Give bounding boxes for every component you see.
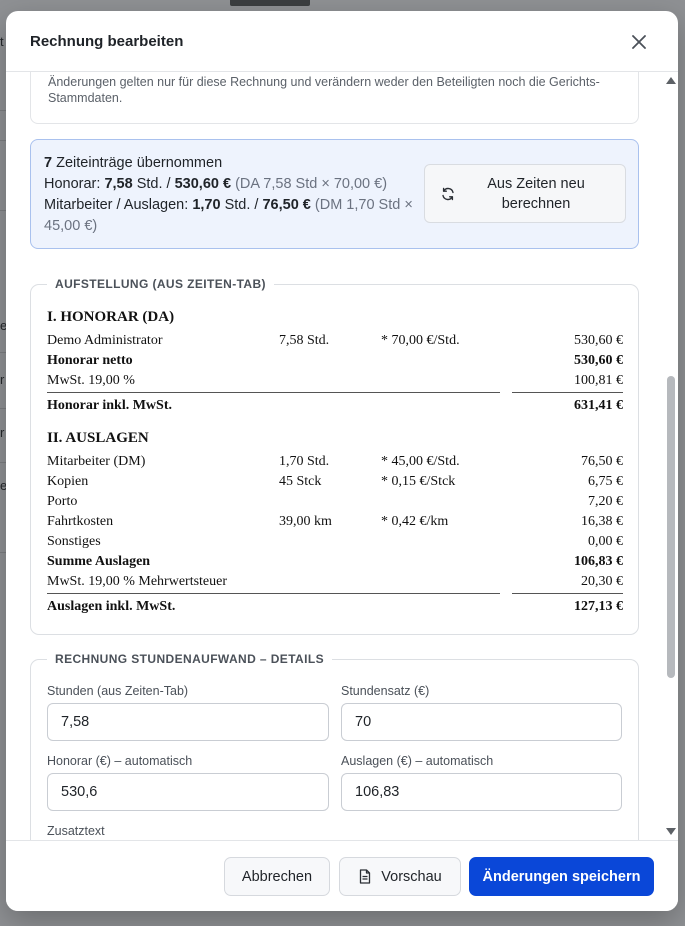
sum-rule: [47, 593, 500, 594]
close-icon: [632, 35, 646, 49]
row-rate: * 0,15 €/Stck: [381, 474, 456, 489]
dialog-header: Rechnung bearbeiten: [6, 11, 678, 72]
row-label: Summe Auslagen: [47, 554, 151, 569]
row-quantity: 7,58 Std.: [279, 333, 330, 348]
close-button[interactable]: [628, 31, 650, 53]
honorar-detail: (DA 7,58 Std × 70,00 €): [231, 176, 388, 192]
row-amount: 100,81 €: [574, 373, 623, 388]
statement-group: AUFSTELLUNG (AUS ZEITEN-TAB) I. HONORAR …: [30, 277, 639, 636]
row-label: Auslagen inkl. MwSt.: [47, 599, 176, 614]
background-title-fragment: [230, 0, 310, 6]
row-label: MwSt. 19,00 % Mehrwertsteuer: [47, 574, 228, 589]
hours-input[interactable]: 7,58: [47, 703, 329, 741]
fee-label: Honorar (€) – automatisch: [47, 754, 193, 768]
row-label: MwSt. 19,00 %: [47, 373, 135, 388]
expenses-label: Auslagen (€) – automatisch: [341, 754, 494, 768]
recalculate-from-times-button[interactable]: Aus Zeiten neu berechnen: [424, 164, 626, 223]
fee-input[interactable]: 530,6: [47, 773, 329, 811]
table-row: MwSt. 19,00 % 100,81 €: [47, 373, 623, 391]
entry-count: 7: [44, 155, 53, 171]
honorar-hours-unit: Std. /: [132, 176, 175, 192]
sum-rule: [512, 392, 623, 393]
dialog-scrollbar[interactable]: [664, 72, 678, 840]
row-amount: 76,50 €: [581, 454, 623, 469]
row-label: Mitarbeiter (DM): [47, 454, 146, 469]
entry-count-label: Zeiteinträge übernommen: [52, 155, 223, 171]
row-amount: 127,13 €: [574, 599, 623, 614]
row-quantity: 1,70 Std.: [279, 454, 330, 469]
info-notice: Änderungen gelten nur für diese Rechnung…: [30, 72, 639, 124]
scroll-up-arrow-icon[interactable]: [666, 77, 676, 84]
table-row: Summe Auslagen 106,83 €: [47, 554, 623, 572]
hours-label: Stunden (aus Zeiten-Tab): [47, 684, 189, 698]
table-row: Porto 7,20 €: [47, 494, 623, 512]
scroll-down-arrow-icon[interactable]: [666, 828, 676, 835]
row-rate: * 0,42 €/km: [381, 514, 449, 529]
row-amount: 0,00 €: [588, 534, 623, 549]
honorar-amount: 530,60 €: [174, 176, 232, 192]
recalculate-button-label: Aus Zeiten neu berechnen: [487, 175, 585, 212]
save-changes-button[interactable]: Änderungen speichern: [469, 857, 654, 896]
table-row: Mitarbeiter (DM) 1,70 Std. * 45,00 €/Std…: [47, 454, 623, 472]
hourly-details-group: RECHNUNG STUNDENAUFWAND – DETAILS Stunde…: [30, 652, 639, 840]
mitarbeiter-hours: 1,70: [192, 197, 221, 213]
row-amount: 530,60 €: [574, 333, 623, 348]
statement-table: I. HONORAR (DA) Demo Administrator 7,58 …: [47, 285, 623, 636]
row-amount: 106,83 €: [574, 554, 623, 569]
row-label: Honorar inkl. MwSt.: [47, 398, 172, 413]
mitarbeiter-hours-unit: Std. /: [220, 197, 263, 213]
row-amount: 6,75 €: [588, 474, 623, 489]
preview-button[interactable]: Vorschau: [339, 857, 461, 896]
refresh-icon: [442, 187, 454, 200]
hourly-rate-label: Stundensatz (€): [341, 684, 430, 698]
table-row: Fahrtkosten 39,00 km * 0,42 €/km 16,38 €: [47, 514, 623, 532]
table-row: Auslagen inkl. MwSt. 127,13 €: [47, 599, 623, 617]
cancel-button[interactable]: Abbrechen: [224, 857, 330, 896]
hourly-rate-input[interactable]: 70: [341, 703, 622, 741]
sum-rule: [47, 392, 500, 393]
dialog-title: Rechnung bearbeiten: [30, 32, 184, 50]
time-entries-summary: 7 Zeiteinträge übernommen Honorar: 7,58 …: [30, 139, 639, 249]
row-amount: 631,41 €: [574, 398, 623, 413]
table-row: Demo Administrator 7,58 Std. * 70,00 €/S…: [47, 333, 623, 351]
row-amount: 20,30 €: [581, 574, 623, 589]
row-label: Demo Administrator: [47, 333, 163, 348]
summary-text: 7 Zeiteinträge übernommen Honorar: 7,58 …: [44, 153, 420, 237]
honorar-label: Honorar:: [44, 176, 105, 192]
info-notice-text: Änderungen gelten nur für diese Rechnung…: [48, 75, 600, 105]
mitarbeiter-label: Mitarbeiter / Auslagen:: [44, 197, 193, 213]
document-icon: [360, 869, 371, 884]
row-label: Fahrtkosten: [47, 514, 114, 529]
expenses-input[interactable]: 106,83: [341, 773, 622, 811]
preview-button-label: Vorschau: [381, 868, 442, 885]
table-row: Honorar inkl. MwSt. 631,41 €: [47, 398, 623, 416]
scroll-thumb[interactable]: [667, 376, 675, 678]
row-label: Honorar netto: [47, 353, 133, 368]
table-row: Sonstiges 0,00 €: [47, 534, 623, 552]
honorar-hours: 7,58: [104, 176, 133, 192]
table-row: Honorar netto 530,60 €: [47, 353, 623, 371]
row-rate: * 70,00 €/Std.: [381, 333, 460, 348]
row-amount: 530,60 €: [574, 353, 623, 368]
row-rate: * 45,00 €/Std.: [381, 454, 460, 469]
details-legend: RECHNUNG STUNDENAUFWAND – DETAILS: [47, 652, 332, 666]
row-label: Kopien: [47, 474, 89, 489]
row-label: Sonstiges: [47, 534, 101, 549]
dialog-body[interactable]: Änderungen gelten nur für diese Rechnung…: [6, 72, 678, 840]
section-auslagen-heading: II. AUSLAGEN: [47, 430, 149, 446]
table-row: MwSt. 19,00 % Mehrwertsteuer 20,30 €: [47, 574, 623, 592]
mitarbeiter-amount: 76,50 €: [262, 197, 311, 213]
row-quantity: 39,00 km: [279, 514, 332, 529]
dialog-footer: Abbrechen Vorschau Änderungen speichern: [6, 840, 678, 911]
row-label: Porto: [47, 494, 78, 509]
section-honorar-heading: I. HONORAR (DA): [47, 309, 175, 325]
sum-rule: [512, 593, 623, 594]
row-quantity: 45 Stck: [279, 474, 322, 489]
row-amount: 16,38 €: [581, 514, 623, 529]
edit-invoice-dialog: Rechnung bearbeiten Änderungen gelten nu…: [6, 11, 678, 911]
table-row: Kopien 45 Stck * 0,15 €/Stck 6,75 €: [47, 474, 623, 492]
row-amount: 7,20 €: [588, 494, 623, 509]
additional-text-label: Zusatztext: [47, 824, 105, 838]
